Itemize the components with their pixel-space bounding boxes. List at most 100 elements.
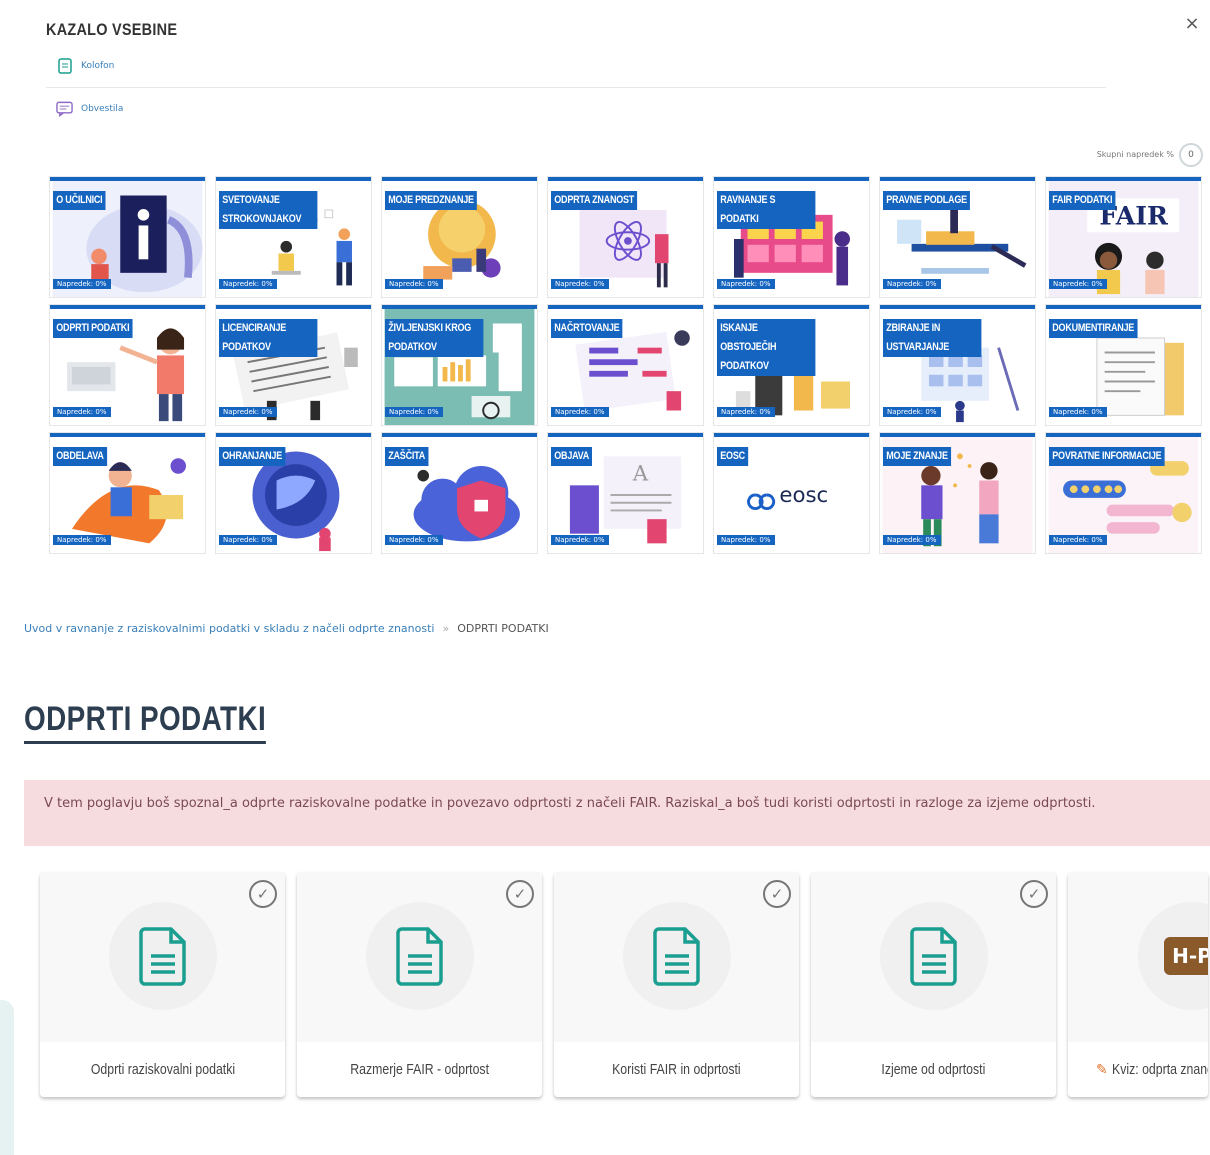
tile-progress: Napredek: 0%: [551, 535, 609, 545]
activity-card[interactable]: ✓ Razmerje FAIR - odprtost: [297, 872, 542, 1097]
card-title: Odprti raziskovalni podatki: [90, 1061, 235, 1078]
tile-progress: Napredek: 0%: [53, 407, 111, 417]
card-title: Razmerje FAIR - odprtost: [350, 1061, 489, 1078]
activity-card-quiz[interactable]: H-P ✎ Kviz: odprta znanost: [1068, 872, 1208, 1097]
tile-label: MOJE ZNANJE: [883, 447, 952, 466]
tile-progress: Napredek: 0%: [883, 535, 941, 545]
tile-objava[interactable]: A OBJAVA Napredek: 0%: [548, 433, 703, 553]
tile-label: MOJE PREDZNANJE: [385, 191, 478, 210]
activity-cards: ✓ Odprti raziskovalni podatki ✓ Razmerje…: [40, 872, 1208, 1097]
tile-progress: Napredek: 0%: [219, 279, 277, 289]
tile-progress: Napredek: 0%: [219, 535, 277, 545]
tile-label: ODPRTI PODATKI: [53, 319, 133, 338]
card-title: Koristi FAIR in odprtosti: [612, 1061, 741, 1078]
tile-iskanje-obstojecih-podatkov[interactable]: ISKANJE OBSTOJEČIH PODATKOV Napredek: 0%: [714, 305, 869, 425]
document-icon: [56, 57, 73, 74]
breadcrumb-parent-link[interactable]: Uvod v ravnanje z raziskovalnimi podatki…: [24, 622, 434, 635]
document-icon: [879, 902, 988, 1010]
tile-label: LICENCIRANJE PODATKOV: [219, 319, 318, 357]
completion-check-icon[interactable]: ✓: [249, 880, 277, 908]
h5p-icon: H-P: [1138, 902, 1208, 1010]
kolofon-link[interactable]: Kolofon: [56, 57, 114, 74]
pencil-icon: ✎: [1096, 1061, 1108, 1078]
tile-licenciranje-podatkov[interactable]: LICENCIRANJE PODATKOV Napredek: 0%: [216, 305, 371, 425]
tile-label: SVETOVANJE STROKOVNJAKOV: [219, 191, 318, 229]
svg-text:A: A: [632, 462, 649, 487]
tile-moje-znanje[interactable]: MOJE ZNANJE Napredek: 0%: [880, 433, 1035, 553]
tile-dokumentiranje[interactable]: DOKUMENTIRANJE Napredek: 0%: [1046, 305, 1201, 425]
tile-label: ŽIVLJENJSKI KROG PODATKOV: [385, 319, 484, 357]
tile-pravne-podlage[interactable]: PRAVNE PODLAGE Napredek: 0%: [880, 177, 1035, 297]
eosc-logo-text: eosc: [779, 483, 828, 508]
tile-o-ucilnici[interactable]: O UČILNICI Napredek: 0%: [50, 177, 205, 297]
activity-card[interactable]: ✓ Koristi FAIR in odprtosti: [554, 872, 799, 1097]
tile-zbiranje-in-ustvarjanje[interactable]: ZBIRANJE IN USTVARJANJE Napredek: 0%: [880, 305, 1035, 425]
tile-progress: Napredek: 0%: [717, 407, 775, 417]
card-title: Izjeme od odprtosti: [881, 1061, 986, 1078]
toc-panel: KAZALO VSEBINE × Kolofon Obvestila Skupn…: [0, 0, 1210, 590]
tile-label: OHRANJANJE: [219, 447, 286, 466]
tile-label: ZBIRANJE IN USTVARJANJE: [883, 319, 982, 357]
breadcrumb: Uvod v ravnanje z raziskovalnimi podatki…: [24, 622, 549, 635]
intro-alert: V tem poglavju boš spoznal_a odprte razi…: [24, 780, 1210, 846]
tile-progress: Napredek: 0%: [1049, 279, 1107, 289]
tile-nacrtovanje[interactable]: NAČRTOVANJE Napredek: 0%: [548, 305, 703, 425]
tile-label: ZAŠČITA: [385, 447, 429, 466]
tile-odprta-znanost[interactable]: ODPRTA ZNANOST Napredek: 0%: [548, 177, 703, 297]
tile-progress: Napredek: 0%: [1049, 535, 1107, 545]
tile-label: OBJAVA: [551, 447, 593, 466]
tile-ohranjanje[interactable]: OHRANJANJE Napredek: 0%: [216, 433, 371, 553]
breadcrumb-current: ODPRTI PODATKI: [457, 622, 549, 635]
tile-progress: Napredek: 0%: [883, 407, 941, 417]
tile-label: PRAVNE PODLAGE: [883, 191, 971, 210]
tile-progress: Napredek: 0%: [53, 279, 111, 289]
tile-fair-podatki[interactable]: FAIR FAIR PODATKI Napredek: 0%: [1046, 177, 1201, 297]
tile-label: RAVNANJE S PODATKI: [717, 191, 816, 229]
chapter-grid: O UČILNICI Napredek: 0% SVETOVANJE STROK…: [50, 177, 1203, 553]
tile-svetovanje-strokovnjakov[interactable]: SVETOVANJE STROKOVNJAKOV Napredek: 0%: [216, 177, 371, 297]
document-icon: [622, 902, 731, 1010]
tile-progress: Napredek: 0%: [717, 535, 775, 545]
tile-progress: Napredek: 0%: [385, 279, 443, 289]
tile-progress: Napredek: 0%: [219, 407, 277, 417]
document-icon: [365, 902, 474, 1010]
tile-progress: Napredek: 0%: [385, 535, 443, 545]
tile-label: NAČRTOVANJE: [551, 319, 623, 338]
activity-card[interactable]: ✓ Odprti raziskovalni podatki: [40, 872, 285, 1097]
tile-odprti-podatki[interactable]: ODPRTI PODATKI Napredek: 0%: [50, 305, 205, 425]
completion-check-icon[interactable]: ✓: [763, 880, 791, 908]
tile-progress: Napredek: 0%: [883, 279, 941, 289]
tile-eosc[interactable]: eosc EOSC Napredek: 0%: [714, 433, 869, 553]
tile-label: EOSC: [717, 447, 749, 466]
divider: [46, 87, 1106, 88]
completion-check-icon[interactable]: ✓: [506, 880, 534, 908]
tile-ravnanje-s-podatki[interactable]: RAVNANJE S PODATKI Napredek: 0%: [714, 177, 869, 297]
tile-obdelava[interactable]: OBDELAVA Napredek: 0%: [50, 433, 205, 553]
tile-zascita[interactable]: ZAŠČITA Napredek: 0%: [382, 433, 537, 553]
close-icon[interactable]: ×: [1182, 14, 1202, 34]
page-title: ODPRTI PODATKI: [24, 700, 267, 744]
tile-progress: Napredek: 0%: [551, 407, 609, 417]
tile-progress: Napredek: 0%: [551, 279, 609, 289]
overall-progress-label: Skupni napredek %: [1096, 150, 1174, 159]
tile-zivljenjski-krog-podatkov[interactable]: ŽIVLJENJSKI KROG PODATKOV Napredek: 0%: [382, 305, 537, 425]
tile-moje-predznanje[interactable]: MOJE PREDZNANJE Napredek: 0%: [382, 177, 537, 297]
breadcrumb-separator: »: [442, 622, 450, 635]
kolofon-label: Kolofon: [81, 60, 115, 71]
card-title: Kviz: odprta znanost: [1111, 1061, 1208, 1078]
overall-progress-circle: 0: [1179, 143, 1203, 167]
tile-progress: Napredek: 0%: [385, 407, 443, 417]
obvestila-link[interactable]: Obvestila: [56, 100, 123, 117]
toc-title: KAZALO VSEBINE: [46, 20, 178, 39]
document-icon: [108, 902, 217, 1010]
tile-label: OBDELAVA: [53, 447, 107, 466]
tile-label: FAIR PODATKI: [1049, 191, 1116, 210]
obvestila-label: Obvestila: [81, 103, 124, 114]
completion-check-icon[interactable]: ✓: [1020, 880, 1048, 908]
tile-progress: Napredek: 0%: [717, 279, 775, 289]
chat-icon: [56, 100, 73, 117]
tile-povratne-informacije[interactable]: POVRATNE INFORMACIJE Napredek: 0%: [1046, 433, 1201, 553]
tile-label: DOKUMENTIRANJE: [1049, 319, 1138, 338]
activity-card[interactable]: ✓ Izjeme od odprtosti: [811, 872, 1056, 1097]
tile-label: ODPRTA ZNANOST: [551, 191, 638, 210]
